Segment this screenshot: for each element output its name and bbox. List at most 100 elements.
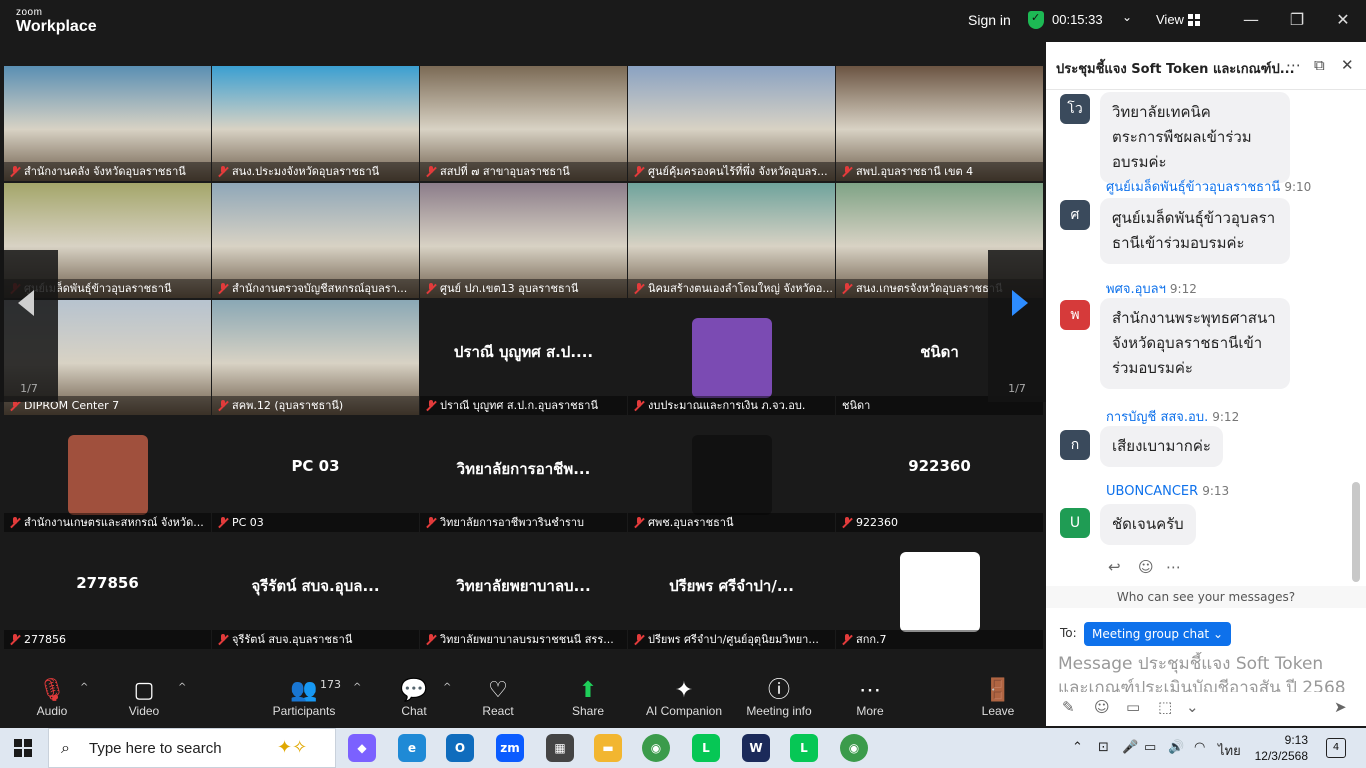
participant-tile[interactable]: 922360 922360 bbox=[836, 417, 1043, 532]
participant-tile[interactable]: สนง.ประมงจังหวัดอุบลราชธานี bbox=[212, 66, 419, 181]
webex-icon[interactable]: W bbox=[742, 734, 770, 762]
sender-avatar[interactable]: พ bbox=[1060, 300, 1090, 330]
participant-tile[interactable]: วิทยาลัยพยาบาลบ... วิทยาลัยพยาบาลบรมราชชน… bbox=[420, 534, 627, 649]
message-input[interactable]: Message ประชุมชี้แจง Soft Token และเกณฑ์… bbox=[1058, 652, 1354, 692]
who-can-see-link[interactable]: Who can see your messages? bbox=[1046, 586, 1366, 608]
participants-caret-icon[interactable]: ^ bbox=[353, 682, 361, 693]
sender-avatar[interactable]: ก bbox=[1060, 430, 1090, 460]
participant-tile[interactable]: PC 03 PC 03 bbox=[212, 417, 419, 532]
reply-icon[interactable]: ↩ bbox=[1108, 558, 1121, 576]
volume-icon[interactable]: 🔊 bbox=[1168, 740, 1184, 755]
sender-name[interactable]: UBONCANCER bbox=[1106, 484, 1198, 499]
chevron-down-icon[interactable]: ⌄ bbox=[1122, 10, 1132, 24]
line-icon-2[interactable]: L bbox=[790, 734, 818, 762]
line-icon[interactable]: L bbox=[692, 734, 720, 762]
format-icon[interactable]: ✎ bbox=[1062, 698, 1075, 716]
participant-tile[interactable]: สำนักงานตรวจบัญชีสหกรณ์อุบลรา... bbox=[212, 183, 419, 298]
sender-avatar[interactable]: โว bbox=[1060, 94, 1090, 124]
screenshot-icon[interactable]: ⬚ bbox=[1158, 698, 1172, 716]
leave-button[interactable]: 🚪 Leave bbox=[978, 676, 1018, 718]
copilot-icon[interactable]: ◆ bbox=[348, 734, 376, 762]
meeting-info-button[interactable]: ⓘ Meeting info bbox=[742, 676, 816, 718]
react-button[interactable]: ♡ React bbox=[478, 676, 518, 718]
participant-tile[interactable]: ศพช.อุบลราชธานี bbox=[628, 417, 835, 532]
message-bubble[interactable]: วิทยาลัยเทคนิคตระการพืชผลเข้าร่วมอบรมค่ะ bbox=[1100, 92, 1290, 183]
recipient-select[interactable]: Meeting group chat ⌄ bbox=[1084, 622, 1231, 646]
file-explorer-icon[interactable]: ▬ bbox=[594, 734, 622, 762]
chevron-down-icon[interactable]: ⌄ bbox=[1186, 698, 1199, 716]
sender-name[interactable]: พศจ.อุบลฯ bbox=[1106, 282, 1166, 297]
message-bubble[interactable]: สำนักงานพระพุทธศาสนาจังหวัดอุบลราชธานีเข… bbox=[1100, 298, 1290, 389]
outlook-icon[interactable]: O bbox=[446, 734, 474, 762]
file-icon[interactable]: ▭ bbox=[1126, 698, 1140, 716]
prev-page-button[interactable]: 1/7 bbox=[0, 250, 58, 402]
participant-display-name: วิทยาลัยพยาบาลบ... bbox=[456, 577, 591, 595]
view-button[interactable]: View bbox=[1156, 12, 1184, 27]
minimize-icon[interactable]: — bbox=[1236, 8, 1266, 32]
sender-name[interactable]: การบัญชี สสจ.อบ. bbox=[1106, 410, 1208, 425]
meeting-timer[interactable]: 00:15:33 bbox=[1052, 12, 1103, 27]
message-bubble[interactable]: ชัดเจนครับ bbox=[1100, 504, 1196, 545]
sender-name[interactable]: ศูนย์เมล็ดพันธุ์ข้าวอุบลราชธานี bbox=[1106, 180, 1280, 195]
send-icon[interactable]: ➤ bbox=[1334, 698, 1347, 716]
more-options-icon[interactable]: ⋯ bbox=[1286, 56, 1301, 74]
message-bubble[interactable]: ศูนย์เมล็ดพันธุ์ข้าวอุบลราธานีเข้าร่วมอบ… bbox=[1100, 198, 1290, 264]
edge-icon[interactable]: e bbox=[398, 734, 426, 762]
wifi-icon[interactable]: ◠ bbox=[1194, 740, 1205, 755]
start-icon[interactable] bbox=[14, 739, 32, 757]
emoji-icon[interactable]: ☺ bbox=[1094, 698, 1110, 716]
chat-caret-icon[interactable]: ^ bbox=[443, 682, 451, 693]
participant-tile[interactable]: สำนักงานคลัง จังหวัดอุบลราชธานี bbox=[4, 66, 211, 181]
participant-tile[interactable]: สสปที่ ๗ สาขาอุบลราชธานี bbox=[420, 66, 627, 181]
chrome-icon[interactable]: ◉ bbox=[642, 734, 670, 762]
grid-view-icon[interactable] bbox=[1188, 14, 1200, 26]
encryption-shield-icon[interactable] bbox=[1028, 11, 1044, 29]
emoji-react-icon[interactable]: ☺ bbox=[1138, 558, 1154, 576]
notification-icon[interactable]: 4 bbox=[1326, 738, 1346, 758]
sender-avatar[interactable]: ศ bbox=[1060, 200, 1090, 230]
participant-tile[interactable]: นิคมสร้างตนเองลำโดมใหญ่ จังหวัดอ... bbox=[628, 183, 835, 298]
microphone-icon[interactable]: 🎤 bbox=[1122, 740, 1138, 755]
clock[interactable]: 9:13 12/3/2568 bbox=[1228, 732, 1308, 764]
share-button[interactable]: ⬆ Share bbox=[568, 676, 608, 718]
participant-tile[interactable]: ปราณี บุญูทศ ส.ป.... ปราณี บุญูทศ ส.ป.ก.อ… bbox=[420, 300, 627, 415]
more-button[interactable]: ⋯ More bbox=[850, 676, 890, 718]
chat-scrollbar[interactable] bbox=[1352, 482, 1360, 582]
mic-muted-icon bbox=[634, 517, 644, 528]
restore-icon[interactable]: ❐ bbox=[1282, 8, 1312, 32]
participant-tile[interactable]: ปรียพร ศรีจำปา/... ปรียพร ศรีจำปา/ศูนย์อุ… bbox=[628, 534, 835, 649]
ai-companion-button[interactable]: ✦ AI Companion bbox=[642, 676, 726, 718]
close-icon[interactable]: ✕ bbox=[1328, 8, 1358, 32]
message-bubble[interactable]: เสียงเบามากค่ะ bbox=[1100, 426, 1223, 467]
participant-tile[interactable]: สพป.อุบลราชธานี เขต 4 bbox=[836, 66, 1043, 181]
participants-count: 173 bbox=[320, 678, 341, 691]
video-caret-icon[interactable]: ^ bbox=[178, 682, 186, 693]
meet-now-icon[interactable]: ⊡ bbox=[1098, 740, 1109, 755]
participant-tile[interactable]: งบประมาณและการเงิน ภ.จว.อบ. bbox=[628, 300, 835, 415]
audio-button[interactable]: 🎙 Audio bbox=[30, 676, 74, 718]
more-actions-icon[interactable]: ⋯ bbox=[1166, 558, 1181, 576]
participant-tile[interactable]: สกก.7 bbox=[836, 534, 1043, 649]
popout-icon[interactable]: ⧉ bbox=[1314, 56, 1325, 74]
zoom-app-icon[interactable]: zm bbox=[496, 734, 524, 762]
participant-tile[interactable]: ศูนย์ ปภ.เขต13 อุบลราชธานี bbox=[420, 183, 627, 298]
mic-muted-icon bbox=[10, 517, 20, 528]
close-chat-icon[interactable]: ✕ bbox=[1341, 56, 1354, 74]
participant-tile[interactable]: จุรีรัตน์ สบจ.อุบล... จุรีรัตน์ สบจ.อุบลร… bbox=[212, 534, 419, 649]
participant-tile[interactable]: วิทยาลัยการอาชีพ... วิทยาลัยการอาชีพวาริน… bbox=[420, 417, 627, 532]
calculator-icon[interactable]: ▦ bbox=[546, 734, 574, 762]
chevron-up-icon[interactable]: ⌃ bbox=[1072, 740, 1083, 755]
participant-tile[interactable]: สำนักงานเกษตรและสหกรณ์ จังหวัด... bbox=[4, 417, 211, 532]
next-page-button[interactable]: 1/7 bbox=[988, 250, 1046, 402]
participant-tile[interactable]: ศูนย์คุ้มครองคนไร้ที่พึ่ง จังหวัดอุบลร..… bbox=[628, 66, 835, 181]
audio-caret-icon[interactable]: ^ bbox=[80, 682, 88, 693]
participant-tile[interactable]: 277856 277856 bbox=[4, 534, 211, 649]
taskbar-search[interactable]: ⌕ Type here to search ✦✧ bbox=[48, 728, 336, 768]
video-button[interactable]: ▢ Video bbox=[122, 676, 166, 718]
battery-icon[interactable]: ▭ bbox=[1144, 740, 1156, 755]
sign-in-button[interactable]: Sign in bbox=[968, 12, 1011, 28]
chat-button[interactable]: 💬 Chat bbox=[396, 676, 432, 718]
participant-tile[interactable]: สคพ.12 (อุบลราชธานี) bbox=[212, 300, 419, 415]
sender-avatar[interactable]: U bbox=[1060, 508, 1090, 538]
chrome-profile-icon[interactable]: ◉ bbox=[840, 734, 868, 762]
